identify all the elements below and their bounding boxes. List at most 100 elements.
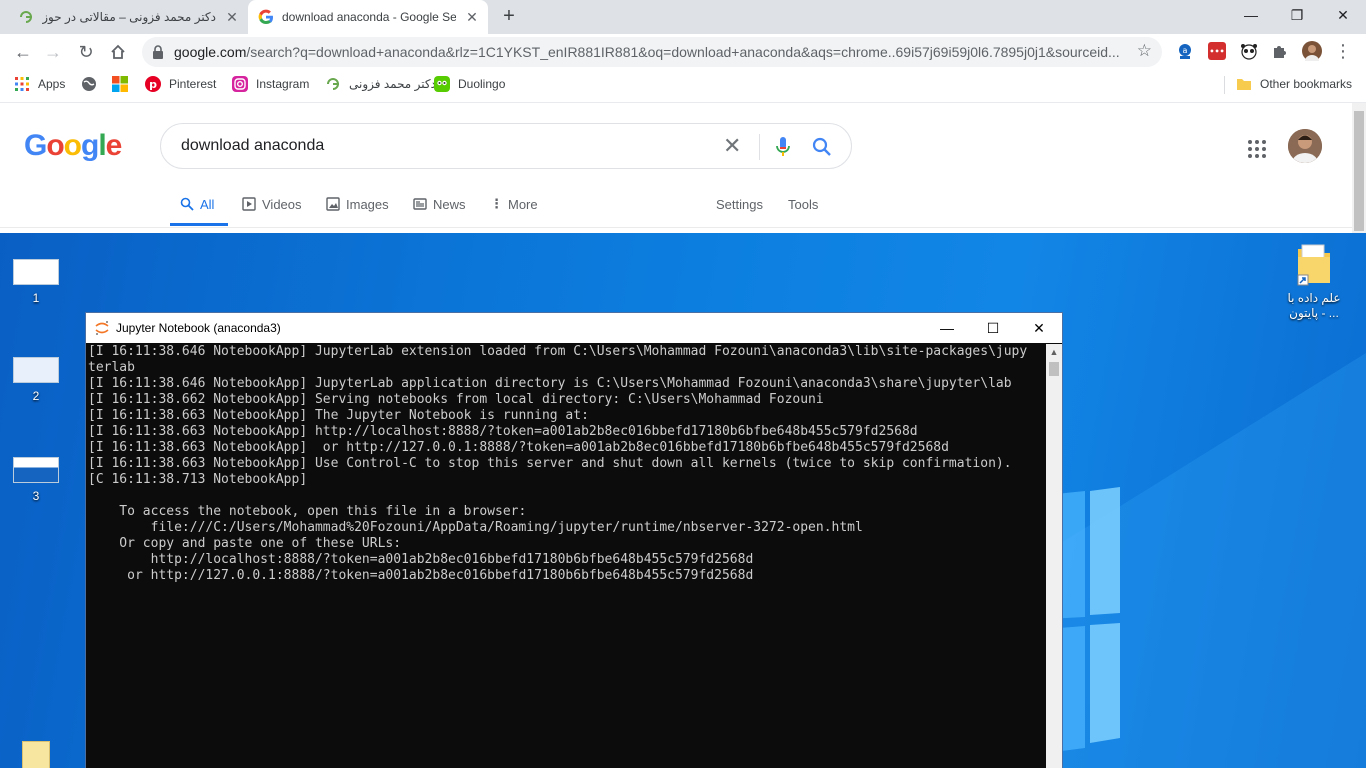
pinterest-icon: p — [145, 76, 161, 92]
console-line: file:///C:/Users/Mohammad%20Fozouni/AppD… — [88, 520, 863, 535]
console-line: Or copy and paste one of these URLs: — [88, 536, 402, 551]
bookmark-windows[interactable] — [112, 76, 136, 92]
address-bar[interactable]: google.com/search?q=download+anaconda&rl… — [142, 37, 1162, 67]
maximize-button[interactable]: ❐ — [1274, 0, 1320, 30]
search-icon[interactable] — [811, 136, 833, 158]
console-title: Jupyter Notebook (anaconda3) — [116, 321, 281, 335]
google-account-avatar[interactable] — [1288, 129, 1322, 163]
lock-icon — [152, 44, 164, 60]
tab-all[interactable]: All — [180, 195, 214, 213]
console-title-bar[interactable]: Jupyter Notebook (anaconda3) — ☐ ✕ — [86, 313, 1062, 343]
close-window-button[interactable]: ✕ — [1320, 0, 1366, 30]
settings-link[interactable]: Settings — [716, 195, 763, 213]
page-scrollbar[interactable] — [1352, 103, 1366, 233]
forward-arrow-icon[interactable]: → — [40, 39, 66, 65]
desktop-thumbnail-3[interactable]: 3 — [6, 457, 66, 503]
clear-search-icon[interactable]: ✕ — [723, 134, 741, 158]
scroll-up-icon[interactable]: ▲ — [1046, 344, 1062, 360]
close-tab-icon[interactable]: ✕ — [464, 9, 480, 25]
bookmark-label: Instagram — [256, 77, 310, 91]
apps-grid-icon — [15, 77, 29, 91]
desktop-file-icon[interactable] — [22, 741, 50, 768]
minimize-button[interactable]: — — [1228, 0, 1274, 30]
tab-videos[interactable]: Videos — [242, 195, 302, 213]
bookmark-duolingo[interactable]: Duolingo — [434, 76, 505, 92]
news-icon — [413, 198, 427, 210]
bookmark-apps[interactable]: Apps — [14, 76, 65, 92]
microphone-icon[interactable] — [773, 135, 793, 159]
header-divider — [0, 227, 1352, 228]
tools-link[interactable]: Tools — [788, 195, 818, 213]
thumbnail-image — [13, 259, 59, 285]
console-line: To access the notebook, open this file i… — [88, 504, 527, 519]
google-logo[interactable]: Google — [24, 129, 122, 163]
search-divider — [759, 134, 760, 160]
console-scrollbar[interactable]: ▲ — [1046, 344, 1062, 768]
bookmark-globe[interactable] — [81, 76, 105, 92]
console-line: or http://127.0.0.1:8888/?token=a001ab2b… — [88, 568, 754, 583]
extensions-puzzle-icon[interactable] — [1271, 42, 1289, 60]
jupyter-console-window[interactable]: Jupyter Notebook (anaconda3) — ☐ ✕ [I 16… — [85, 312, 1063, 768]
back-arrow-icon[interactable]: ← — [10, 39, 36, 65]
windows-logo-icon — [112, 76, 128, 92]
site-icon — [327, 78, 339, 90]
new-tab-button[interactable]: + — [498, 6, 520, 28]
thumbnail-image — [13, 357, 59, 383]
chrome-menu-icon[interactable]: ⋮ — [1334, 42, 1352, 60]
bookmark-instagram[interactable]: Instagram — [232, 76, 309, 92]
google-favicon-icon — [258, 9, 274, 25]
red-extension-icon[interactable]: ••• — [1208, 42, 1226, 60]
desktop-thumbnail-1[interactable]: 1 — [6, 259, 66, 305]
scrollbar-thumb[interactable] — [1354, 111, 1364, 231]
tab-images[interactable]: Images — [326, 195, 389, 213]
console-minimize-button[interactable]: — — [924, 313, 970, 343]
reload-icon[interactable]: ↻ — [73, 39, 99, 65]
bookmark-pinterest[interactable]: p Pinterest — [145, 76, 216, 92]
bookmark-label: Pinterest — [169, 77, 217, 91]
console-line: [I 16:11:38.663 NotebookApp] The Jupyter… — [88, 408, 589, 423]
image-icon — [326, 197, 340, 211]
profile-avatar[interactable] — [1302, 41, 1322, 61]
more-vertical-icon: ⋮ — [490, 196, 503, 211]
console-line: [I 16:11:38.663 NotebookApp] http://loca… — [88, 424, 918, 439]
bookmark-star-icon[interactable]: ☆ — [1137, 41, 1152, 61]
desktop-folder-data-science[interactable]: علم داده با ... - پایتون — [1282, 243, 1346, 321]
tab-fozouni[interactable]: دکتر محمد فزونی – مقالاتی در حوزه‌های مه… — [8, 0, 248, 34]
thumbnail-image — [13, 457, 59, 483]
google-results-page: Google download anaconda ✕ All Videos Im… — [0, 102, 1366, 233]
home-icon[interactable] — [105, 39, 131, 65]
search-input[interactable]: download anaconda — [181, 137, 324, 155]
panda-extension-icon[interactable] — [1240, 42, 1258, 60]
url-text: google.com/search?q=download+anaconda&rl… — [174, 44, 1120, 60]
folder-shortcut-icon — [1297, 244, 1330, 286]
tab-title: download anaconda - Google Se — [282, 10, 456, 24]
instagram-icon — [232, 76, 248, 92]
bookmark-label: دکتر محمد فزونی — [349, 77, 436, 91]
scrollbar-thumb[interactable] — [1049, 362, 1059, 376]
search-small-icon — [180, 197, 194, 211]
console-maximize-button[interactable]: ☐ — [970, 313, 1016, 343]
globe-icon — [82, 77, 96, 91]
translate-extension-icon[interactable]: a — [1176, 42, 1194, 60]
svg-text:•••: ••• — [1209, 47, 1224, 56]
bookmarks-bar: Apps p Pinterest Instagram دکتر محمد فزو… — [0, 70, 1366, 98]
close-tab-icon[interactable]: ✕ — [224, 9, 240, 25]
console-close-button[interactable]: ✕ — [1016, 313, 1062, 343]
bookmark-label: Apps — [38, 77, 66, 91]
google-apps-icon[interactable] — [1246, 138, 1268, 160]
tab-news[interactable]: News — [413, 195, 466, 213]
console-line: [I 16:11:38.646 NotebookApp] JupyterLab … — [88, 376, 1012, 391]
bookmark-fozouni[interactable]: دکتر محمد فزونی — [325, 76, 436, 92]
video-icon — [242, 197, 256, 211]
console-line: [I 16:11:38.646 NotebookApp] JupyterLab … — [88, 344, 1028, 359]
other-bookmarks[interactable]: Other bookmarks — [1236, 76, 1352, 92]
search-box[interactable]: download anaconda ✕ — [160, 123, 852, 169]
tab-more[interactable]: ⋮ More — [490, 195, 538, 213]
console-line: [C 16:11:38.713 NotebookApp] — [88, 472, 308, 487]
tab-google-search[interactable]: download anaconda - Google Se ✕ — [248, 0, 488, 34]
desktop-thumbnail-2[interactable]: 2 — [6, 357, 66, 403]
duolingo-icon — [434, 76, 450, 92]
console-line: terlab — [88, 360, 135, 375]
console-output[interactable]: [I 16:11:38.646 NotebookApp] JupyterLab … — [88, 344, 1046, 768]
